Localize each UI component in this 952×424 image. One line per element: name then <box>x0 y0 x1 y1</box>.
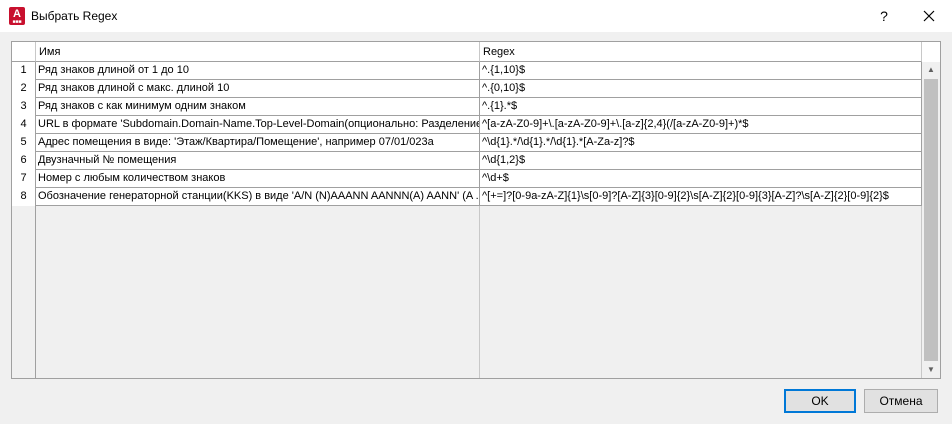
name-cell[interactable]: Номер с любым количеством знаков <box>36 170 480 188</box>
empty-cell <box>12 314 36 332</box>
name-cell[interactable]: Адрес помещения в виде: 'Этаж/Квартира/П… <box>36 134 480 152</box>
empty-row <box>12 314 922 332</box>
table-row[interactable]: 4 URL в формате 'Subdomain.Domain-Name.T… <box>12 116 922 134</box>
empty-cell <box>12 368 36 378</box>
grid-header-name[interactable]: Имя <box>36 42 480 62</box>
scroll-thumb[interactable] <box>924 79 938 361</box>
table-row[interactable]: 7 Номер с любым количеством знаков ^\d+$ <box>12 170 922 188</box>
empty-cell <box>480 278 922 296</box>
autocad-app-icon: A ■■■ <box>9 7 25 25</box>
row-number[interactable]: 1 <box>12 62 36 80</box>
empty-row <box>12 296 922 314</box>
regex-cell[interactable]: ^\d{1}.*/\d{1}.*/\d{1}.*[A-Za-z]?$ <box>480 134 922 152</box>
vertical-scrollbar[interactable]: ▲ ▼ <box>922 62 940 378</box>
help-button[interactable]: ? <box>862 0 906 32</box>
empty-row <box>12 224 922 242</box>
row-number[interactable]: 2 <box>12 80 36 98</box>
name-cell[interactable]: URL в формате 'Subdomain.Domain-Name.Top… <box>36 116 480 134</box>
empty-cell <box>12 224 36 242</box>
title-bar: A ■■■ Выбрать Regex ? <box>0 0 952 32</box>
row-number[interactable]: 3 <box>12 98 36 116</box>
regex-cell[interactable]: ^\d{1,2}$ <box>480 152 922 170</box>
table-row[interactable]: 6 Двузначный № помещения ^\d{1,2}$ <box>12 152 922 170</box>
empty-cell <box>12 242 36 260</box>
close-icon <box>923 10 935 22</box>
regex-cell[interactable]: ^\d+$ <box>480 170 922 188</box>
empty-row <box>12 350 922 368</box>
empty-cell <box>36 206 480 224</box>
window-title: Выбрать Regex <box>31 9 118 23</box>
empty-cell <box>480 332 922 350</box>
empty-cell <box>12 206 36 224</box>
empty-row <box>12 206 922 224</box>
empty-cell <box>36 368 480 378</box>
table-row[interactable]: 2 Ряд знаков длиной с макс. длиной 10 ^.… <box>12 80 922 98</box>
regex-cell[interactable]: ^[+=]?[0-9a-zA-Z]{1}\s[0-9]?[A-Z]{3}[0-9… <box>480 188 922 206</box>
empty-cell <box>36 224 480 242</box>
name-cell[interactable]: Ряд знаков длиной с макс. длиной 10 <box>36 80 480 98</box>
grid-header-regex[interactable]: Regex <box>480 42 922 62</box>
name-cell[interactable]: Ряд знаков с как минимум одним знаком <box>36 98 480 116</box>
grid-header-corner[interactable] <box>12 42 36 62</box>
row-number[interactable]: 6 <box>12 152 36 170</box>
empty-cell <box>480 350 922 368</box>
table-row[interactable]: 1 Ряд знаков длиной от 1 до 10 ^.{1,10}$ <box>12 62 922 80</box>
close-button[interactable] <box>906 0 952 32</box>
regex-cell[interactable]: ^.{1,10}$ <box>480 62 922 80</box>
empty-cell <box>12 260 36 278</box>
empty-row <box>12 260 922 278</box>
row-number[interactable]: 5 <box>12 134 36 152</box>
empty-row <box>12 278 922 296</box>
empty-cell <box>480 242 922 260</box>
empty-cell <box>36 260 480 278</box>
empty-cell <box>12 278 36 296</box>
empty-row <box>12 242 922 260</box>
cancel-button[interactable]: Отмена <box>864 389 938 413</box>
scroll-down-arrow-icon[interactable]: ▼ <box>922 362 940 378</box>
name-cell[interactable]: Ряд знаков длиной от 1 до 10 <box>36 62 480 80</box>
empty-cell <box>36 278 480 296</box>
empty-cell <box>36 314 480 332</box>
regex-grid: Имя Regex 1 Ряд знаков длиной от 1 до 10… <box>11 41 941 379</box>
empty-cell <box>480 206 922 224</box>
empty-cell <box>480 368 922 378</box>
empty-cell <box>12 332 36 350</box>
name-cell[interactable]: Обозначение генераторной станции(KKS) в … <box>36 188 480 206</box>
row-number[interactable]: 7 <box>12 170 36 188</box>
name-cell[interactable]: Двузначный № помещения <box>36 152 480 170</box>
empty-cell <box>12 350 36 368</box>
empty-cell <box>480 296 922 314</box>
row-number[interactable]: 4 <box>12 116 36 134</box>
table-row[interactable]: 8 Обозначение генераторной станции(KKS) … <box>12 188 922 206</box>
empty-cell <box>36 242 480 260</box>
empty-cell <box>480 314 922 332</box>
empty-cell <box>480 260 922 278</box>
empty-cell <box>36 332 480 350</box>
empty-row <box>12 332 922 350</box>
table-row[interactable]: 3 Ряд знаков с как минимум одним знаком … <box>12 98 922 116</box>
ok-button[interactable]: OK <box>784 389 856 413</box>
empty-cell <box>480 224 922 242</box>
empty-cell <box>12 296 36 314</box>
scroll-up-arrow-icon[interactable]: ▲ <box>922 62 940 78</box>
table-row[interactable]: 5 Адрес помещения в виде: 'Этаж/Квартира… <box>12 134 922 152</box>
regex-cell[interactable]: ^[a-zA-Z0-9]+\.[a-zA-Z0-9]+\.[a-z]{2,4}(… <box>480 116 922 134</box>
row-number[interactable]: 8 <box>12 188 36 206</box>
regex-cell[interactable]: ^.{0,10}$ <box>480 80 922 98</box>
regex-cell[interactable]: ^.{1}.*$ <box>480 98 922 116</box>
empty-cell <box>36 296 480 314</box>
grid-rows: 1 Ряд знаков длиной от 1 до 10 ^.{1,10}$… <box>12 62 922 378</box>
empty-cell <box>36 350 480 368</box>
empty-row <box>12 368 922 378</box>
